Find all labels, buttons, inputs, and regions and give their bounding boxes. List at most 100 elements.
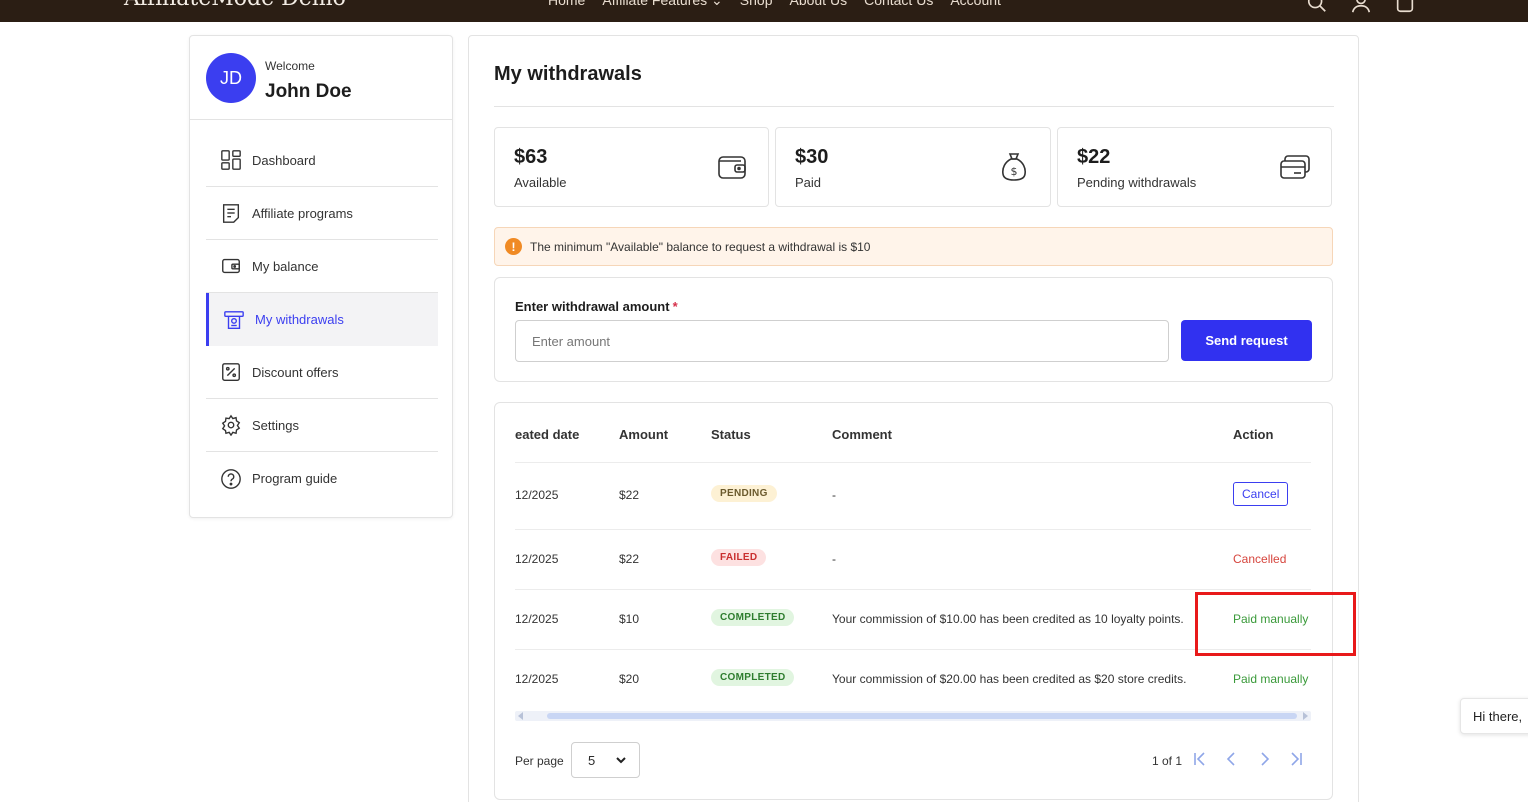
- per-page-label: Per page: [515, 754, 564, 768]
- amount-label: Enter withdrawal amount *: [515, 299, 678, 314]
- required-mark: *: [672, 299, 678, 314]
- cell-date: 12/2025: [515, 552, 559, 566]
- main-nav: Home Affiliate Features ⌄ Shop About Us …: [548, 0, 1001, 9]
- status-badge: FAILED: [711, 549, 767, 566]
- stat-amount: $30: [795, 146, 829, 168]
- horizontal-scrollbar[interactable]: [515, 711, 1311, 721]
- warning-icon: !: [505, 238, 522, 255]
- withdrawal-form: Enter withdrawal amount* Send request: [494, 277, 1333, 382]
- card-icon: [1280, 155, 1310, 179]
- page-title: My withdrawals: [494, 63, 642, 85]
- cell-comment: -: [832, 488, 836, 502]
- pagination-controls: [1192, 751, 1304, 767]
- cell-amount: $10: [619, 612, 640, 626]
- table-header: eated date Amount Status Comment Action: [515, 403, 1311, 463]
- sidebar-item-label: Settings: [252, 417, 299, 433]
- action-paid-text: Paid manually: [1233, 672, 1309, 686]
- scroll-right-icon[interactable]: [1303, 712, 1308, 720]
- sidebar-item-label: My balance: [252, 258, 319, 274]
- nav-contact-us[interactable]: Contact Us: [864, 0, 933, 9]
- cell-amount: $22: [619, 552, 640, 566]
- stat-label: Pending withdrawals: [1077, 175, 1197, 190]
- sidebar-item-label: Program guide: [252, 471, 338, 486]
- table-row: 12/2025 $22 PENDING - Cancel: [515, 463, 1311, 530]
- column-status[interactable]: Status: [711, 427, 751, 442]
- scroll-thumb[interactable]: [547, 713, 1297, 719]
- sidebar-item-dashboard[interactable]: Dashboard: [206, 134, 438, 187]
- sidebar-item-affiliate-programs[interactable]: Affiliate programs: [206, 187, 438, 240]
- header-icons: [1306, 0, 1416, 14]
- stat-card-pending: $22 Pending withdrawals: [1057, 127, 1332, 207]
- chevron-down-icon: [616, 757, 626, 764]
- wallet-icon: [718, 156, 746, 179]
- stat-label: Available: [514, 175, 567, 190]
- search-icon[interactable]: [1306, 0, 1328, 14]
- status-badge: COMPLETED: [711, 669, 795, 686]
- welcome-text: Welcome: [265, 59, 315, 73]
- brand-logo[interactable]: AffiliateMode Demo: [124, 0, 346, 11]
- send-request-button[interactable]: Send request: [1181, 320, 1312, 361]
- page-info: 1 of 1: [1152, 754, 1183, 768]
- stat-card-available: $63 Available: [494, 127, 769, 207]
- column-created-date[interactable]: eated date: [515, 427, 579, 442]
- sidebar-item-my-withdrawals[interactable]: My withdrawals: [206, 293, 438, 346]
- account-icon[interactable]: [1350, 0, 1372, 14]
- sidebar-item-program-guide[interactable]: Program guide: [206, 452, 438, 505]
- cell-date: 12/2025: [515, 488, 559, 502]
- per-page-select[interactable]: 5: [571, 742, 640, 778]
- previous-page-icon[interactable]: [1224, 751, 1240, 767]
- notice-text: The minimum "Available" balance to reque…: [530, 239, 871, 254]
- cell-comment: Your commission of $20.00 has been credi…: [832, 672, 1187, 686]
- user-name: John Doe: [265, 81, 352, 102]
- list-icon: [222, 204, 240, 223]
- top-navigation-bar: AffiliateMode Demo Home Affiliate Featur…: [0, 0, 1528, 22]
- sidebar-item-label: Discount offers: [252, 364, 339, 380]
- first-page-icon[interactable]: [1192, 751, 1208, 767]
- cell-date: 12/2025: [515, 612, 559, 626]
- nav-about-us[interactable]: About Us: [789, 0, 847, 9]
- profile-summary: JD Welcome John Doe: [190, 36, 452, 120]
- highlight-box: [1195, 592, 1356, 656]
- table-row: 12/2025 $22 FAILED - Cancelled: [515, 530, 1311, 590]
- column-comment[interactable]: Comment: [832, 427, 892, 442]
- stat-label: Paid: [795, 175, 822, 190]
- cell-amount: $20: [619, 672, 640, 686]
- nav-affiliate-features[interactable]: Affiliate Features ⌄: [602, 0, 722, 9]
- sidebar-item-label: Dashboard: [252, 152, 316, 168]
- next-page-icon[interactable]: [1256, 751, 1272, 767]
- nav-shop[interactable]: Shop: [740, 0, 773, 9]
- title-divider: [494, 106, 1334, 107]
- nav-account[interactable]: Account: [950, 0, 1001, 9]
- help-icon: [221, 468, 241, 489]
- cell-comment: Your commission of $10.00 has been credi…: [832, 612, 1184, 626]
- cell-date: 12/2025: [515, 672, 559, 686]
- sidebar-item-settings[interactable]: Settings: [206, 399, 438, 452]
- cancel-button[interactable]: Cancel: [1233, 482, 1289, 506]
- percent-icon: [222, 363, 240, 381]
- dashboard-icon: [221, 150, 241, 170]
- table-row: 12/2025 $20 COMPLETED Your commission of…: [515, 650, 1311, 710]
- sidebar-item-my-balance[interactable]: My balance: [206, 240, 438, 293]
- column-amount[interactable]: Amount: [619, 427, 668, 442]
- action-cancelled-text: Cancelled: [1233, 552, 1287, 566]
- sidebar-item-label: Affiliate programs: [252, 205, 353, 221]
- money-bag-icon: $: [1002, 153, 1026, 181]
- svg-text:$: $: [1011, 165, 1018, 178]
- cell-amount: $22: [619, 488, 640, 502]
- stat-card-paid: $30 Paid $: [775, 127, 1051, 207]
- chat-bubble[interactable]: Hi there,: [1460, 698, 1528, 734]
- sidebar-menu: Dashboard Affiliate programs My balance …: [206, 134, 438, 505]
- table-row: 12/2025 $10 COMPLETED Your commission of…: [515, 590, 1311, 650]
- status-badge: PENDING: [711, 485, 777, 502]
- column-action: Action: [1233, 427, 1274, 442]
- sidebar-item-discount-offers[interactable]: Discount offers: [206, 346, 438, 399]
- amount-input[interactable]: [515, 320, 1169, 362]
- last-page-icon[interactable]: [1288, 751, 1304, 767]
- cart-icon[interactable]: [1394, 0, 1416, 14]
- scroll-left-icon[interactable]: [518, 712, 523, 720]
- sidebar-item-label: My withdrawals: [255, 312, 344, 327]
- per-page-value: 5: [588, 752, 596, 768]
- withdrawals-panel: My withdrawals $63 Available $30 Paid $ …: [468, 35, 1359, 802]
- nav-home[interactable]: Home: [548, 0, 585, 9]
- minimum-balance-notice: ! The minimum "Available" balance to req…: [494, 227, 1333, 266]
